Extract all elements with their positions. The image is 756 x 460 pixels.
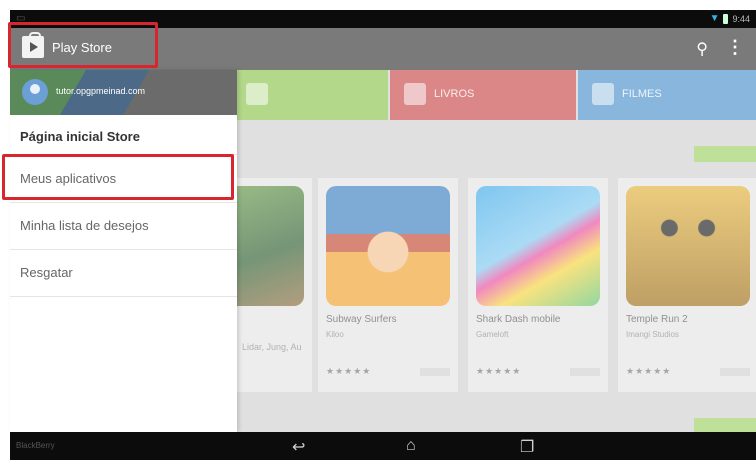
wifi-icon: ▼ [709, 13, 720, 24]
search-icon[interactable]: ⚲ [696, 39, 708, 59]
app-drawer-toggle[interactable]: Play Store [22, 32, 112, 58]
tablet-screen: ▭ ▼ 9:44 Play Store ⚲ ⋮ LIVROS FILMES Li… [0, 0, 756, 460]
status-icons: ▼ 9:44 [710, 13, 750, 24]
play-store-icon [22, 32, 44, 58]
home-icon[interactable]: ⌂ [406, 437, 416, 455]
overflow-menu-icon[interactable]: ⋮ [726, 37, 744, 58]
drawer-item-store-home[interactable]: Página inicial Store [10, 115, 237, 155]
action-bar: Play Store ⚲ ⋮ [10, 28, 756, 70]
status-time: 9:44 [732, 13, 750, 24]
back-icon[interactable]: ↩ [292, 437, 305, 457]
nav-corner-text: BlackBerry [16, 441, 55, 450]
navigation-drawer: tutor.opgpmeinad.com Página inicial Stor… [10, 70, 237, 432]
app-title: Play Store [52, 39, 112, 55]
avatar [22, 79, 48, 105]
status-corner-icon: ▭ [16, 13, 26, 24]
drawer-item-my-apps[interactable]: Meus aplicativos [10, 157, 237, 203]
recents-icon[interactable]: ❐ [520, 437, 534, 457]
drawer-item-wishlist[interactable]: Minha lista de desejos [10, 204, 237, 250]
system-nav-bar: BlackBerry ↩ ⌂ ❐ [10, 432, 756, 460]
account-header[interactable]: tutor.opgpmeinad.com [10, 70, 237, 115]
drawer-scrim[interactable] [237, 70, 756, 432]
status-bar: ▭ ▼ 9:44 [10, 10, 756, 28]
battery-icon [723, 13, 729, 24]
drawer-item-redeem[interactable]: Resgatar [10, 251, 237, 297]
account-email: tutor.opgpmeinad.com [56, 86, 146, 96]
